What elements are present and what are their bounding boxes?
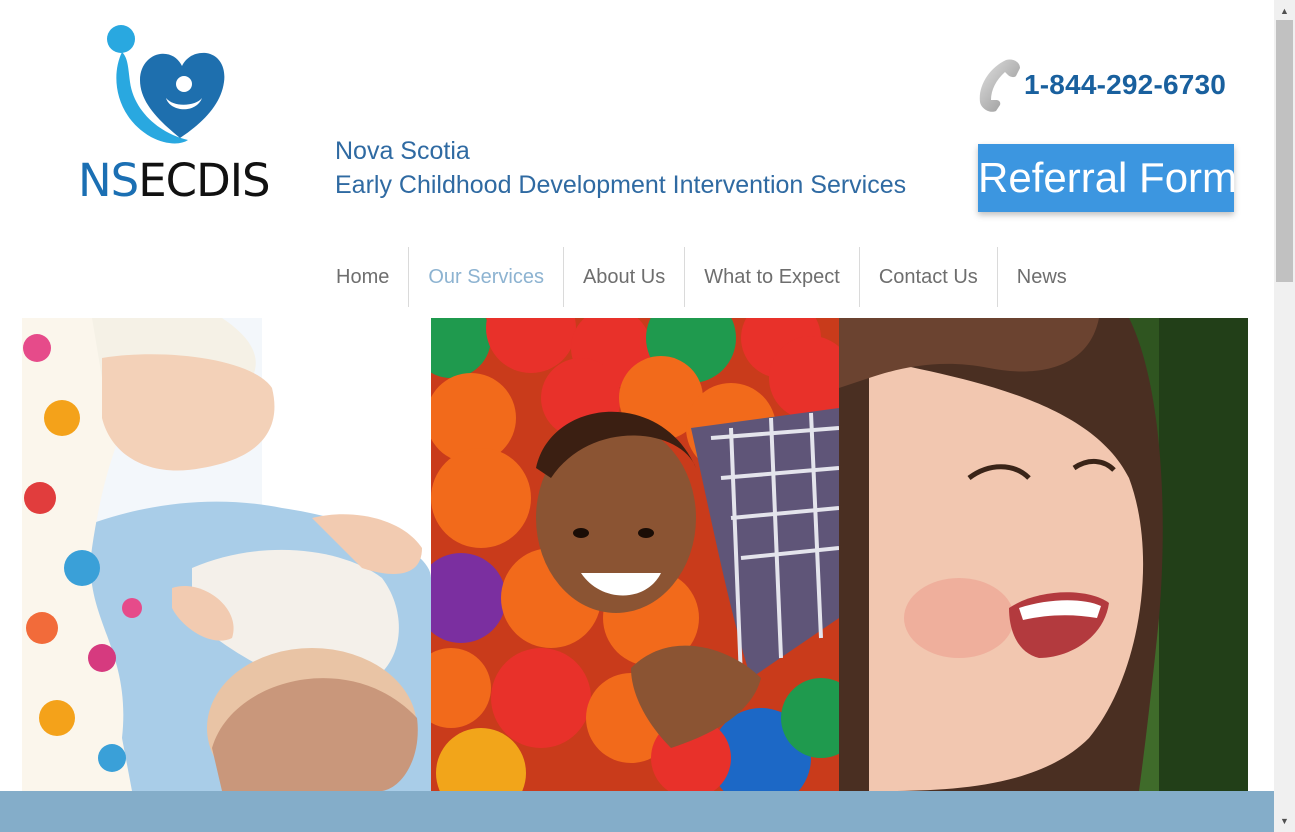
content-band xyxy=(0,791,1274,832)
site-logo[interactable]: NSECDIS xyxy=(78,22,274,207)
nav-item-contact-us[interactable]: Contact Us xyxy=(858,247,997,307)
tagline-line-1: Nova Scotia xyxy=(335,137,470,165)
phone-handset-icon xyxy=(979,59,1020,112)
heart-figure-logo-icon xyxy=(107,25,225,144)
nav-item-our-services[interactable]: Our Services xyxy=(408,247,563,307)
nav-item-what-to-expect[interactable]: What to Expect xyxy=(684,247,859,307)
phone-contact[interactable]: 1-844-292-6730 xyxy=(976,58,1226,112)
referral-form-button[interactable]: Referral Form xyxy=(978,144,1237,212)
vertical-scrollbar[interactable]: ▲ ▼ xyxy=(1274,0,1295,832)
tagline-line-2: Early Childhood Development Intervention… xyxy=(335,171,907,199)
nav-item-home[interactable]: Home xyxy=(317,247,408,307)
site-tagline: Nova Scotia Early Childhood Development … xyxy=(335,134,906,202)
hero-image-strip xyxy=(22,318,1248,791)
scroll-up-arrow-icon[interactable]: ▲ xyxy=(1274,2,1295,20)
hero-image-ball-pit xyxy=(431,318,839,791)
hero-image-smiling-girl xyxy=(839,318,1248,791)
page: NSECDIS Nova Scotia Early Childhood Deve… xyxy=(0,0,1274,832)
nav-item-news[interactable]: News xyxy=(996,247,1086,307)
scrollbar-thumb[interactable] xyxy=(1276,20,1293,282)
hero-image-mother-baby xyxy=(22,318,431,791)
main-navigation: Home Our Services About Us What to Expec… xyxy=(317,247,1086,307)
phone-number[interactable]: 1-844-292-6730 xyxy=(1024,69,1226,101)
referral-button-wrapper: Referral Form xyxy=(970,144,1242,228)
scroll-down-arrow-icon[interactable]: ▼ xyxy=(1274,812,1295,830)
logo-wordmark: NSECDIS xyxy=(78,154,271,207)
nav-item-about-us[interactable]: About Us xyxy=(562,247,684,307)
